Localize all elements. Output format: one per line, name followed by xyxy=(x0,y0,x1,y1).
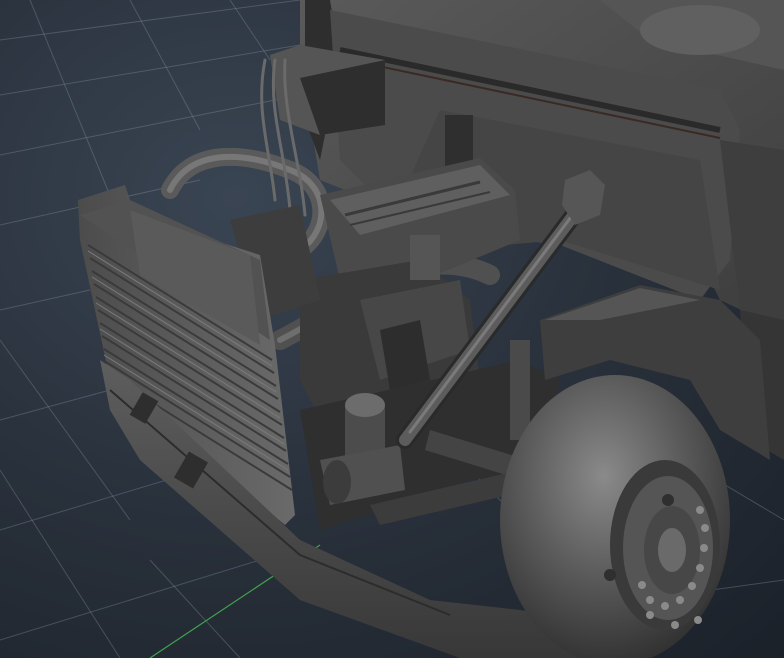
front-wheel[interactable] xyxy=(500,375,730,658)
air-box[interactable] xyxy=(270,45,385,135)
viewport-scene[interactable] xyxy=(0,0,784,658)
3d-viewport[interactable] xyxy=(0,0,784,658)
